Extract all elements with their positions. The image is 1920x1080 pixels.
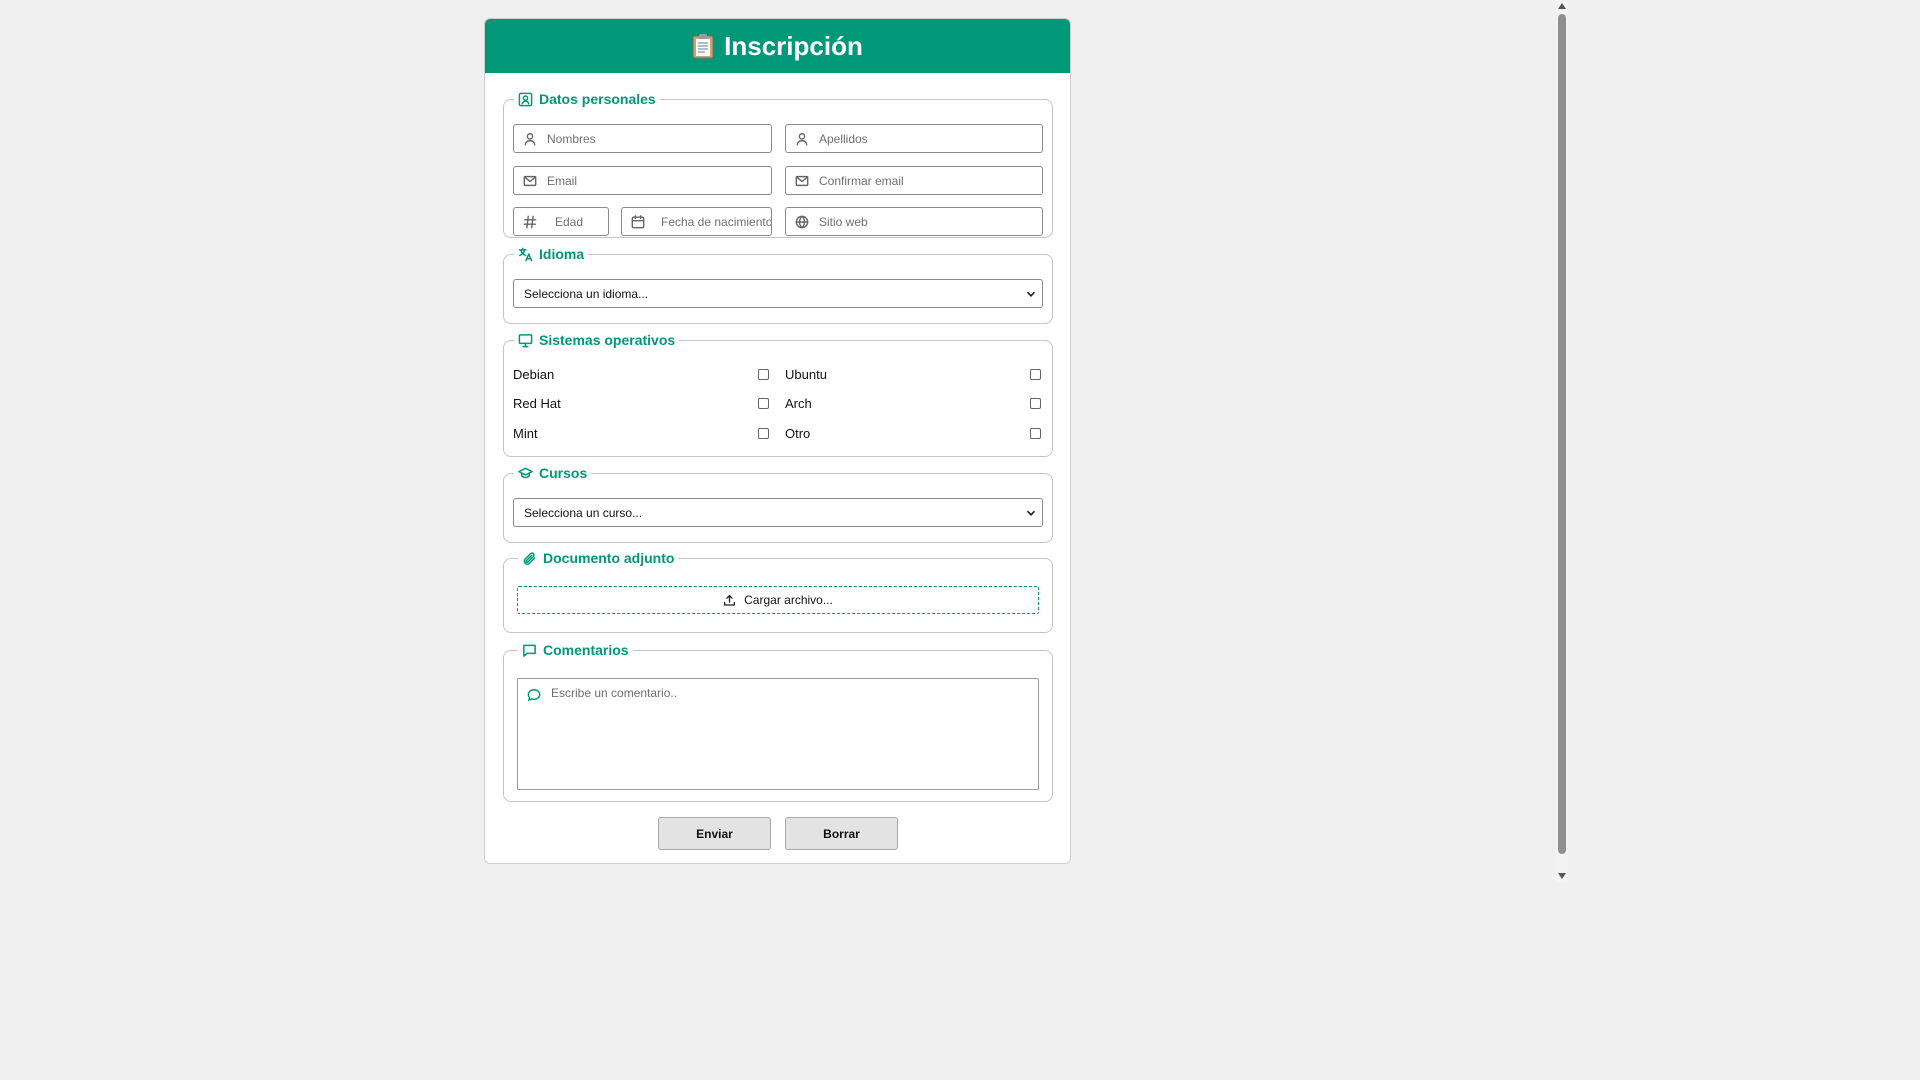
form-header: Inscripción xyxy=(485,19,1070,73)
calendar-icon xyxy=(631,214,645,228)
chat-square-icon xyxy=(523,644,536,657)
submit-button[interactable]: Enviar xyxy=(658,817,771,850)
upload-icon xyxy=(724,594,736,606)
os-label-debian: Debian xyxy=(513,367,555,382)
fecha-field[interactable] xyxy=(621,207,772,236)
cursos-legend: Cursos xyxy=(514,465,591,481)
page-scrollbar[interactable] xyxy=(1556,0,1568,882)
confirm-email-field[interactable] xyxy=(785,166,1043,195)
clipboard-icon xyxy=(692,33,714,59)
personal-data-fieldset: Datos personales xyxy=(503,91,1053,238)
os-label-otro: Otro xyxy=(785,426,811,441)
sistemas-fieldset: Sistemas operativos Debian Ubuntu Red Ha… xyxy=(503,332,1053,457)
monitor-icon xyxy=(518,333,533,347)
cursos-select[interactable]: Selecciona un curso... xyxy=(513,498,1043,527)
sistemas-legend: Sistemas operativos xyxy=(514,332,679,348)
scrollbar-thumb[interactable] xyxy=(1558,14,1566,854)
os-label-arch: Arch xyxy=(785,396,812,411)
os-label-redhat: Red Hat xyxy=(513,396,561,411)
os-checkbox-ubuntu[interactable] xyxy=(1030,369,1041,380)
email-field[interactable] xyxy=(513,166,772,195)
hash-icon xyxy=(523,215,537,228)
scroll-down-arrow-icon[interactable] xyxy=(1558,873,1566,879)
idioma-fieldset: Idioma Selecciona un idioma... xyxy=(503,246,1053,324)
form-title: Inscripción xyxy=(724,30,863,61)
os-checkbox-arch[interactable] xyxy=(1030,398,1041,409)
os-label-ubuntu: Ubuntu xyxy=(785,367,827,382)
documento-fieldset: Documento adjunto Cargar archivo... xyxy=(503,550,1053,633)
id-card-icon xyxy=(518,92,533,106)
apellidos-input[interactable] xyxy=(819,131,1042,146)
mail-icon xyxy=(523,175,537,186)
chat-bubble-icon xyxy=(527,689,541,701)
nombres-input[interactable] xyxy=(547,131,771,146)
registration-form-card: Inscripción Datos personales Nombres Ape… xyxy=(484,18,1071,864)
reset-button[interactable]: Borrar xyxy=(785,817,898,850)
chevron-down-icon xyxy=(1026,291,1036,297)
fecha-input[interactable] xyxy=(661,214,771,229)
translate-icon xyxy=(518,247,533,261)
documento-legend: Documento adjunto xyxy=(518,550,678,566)
globe-icon xyxy=(795,215,809,228)
edad-input[interactable] xyxy=(555,214,608,229)
comentario-textarea[interactable]: Escribe un comentario.. xyxy=(517,678,1039,790)
user-icon xyxy=(524,132,536,145)
idioma-selected-value: Selecciona un idioma... xyxy=(524,286,649,301)
graduation-cap-icon xyxy=(518,467,533,478)
sitio-web-field[interactable] xyxy=(785,207,1043,236)
personal-data-legend: Datos personales xyxy=(514,91,660,107)
nombres-field[interactable] xyxy=(513,124,772,153)
idioma-select[interactable]: Selecciona un idioma... xyxy=(513,279,1043,308)
cursos-fieldset: Cursos Selecciona un curso... xyxy=(503,465,1053,543)
comentarios-fieldset: Comentarios Escribe un comentario.. xyxy=(503,642,1053,802)
user-icon xyxy=(796,132,808,145)
mail-icon xyxy=(795,175,809,186)
scroll-up-arrow-icon[interactable] xyxy=(1558,3,1566,9)
confirm-email-input[interactable] xyxy=(819,173,1042,188)
chevron-down-icon xyxy=(1026,510,1036,516)
apellidos-field[interactable] xyxy=(785,124,1043,153)
comentarios-legend: Comentarios xyxy=(518,642,633,658)
edad-field[interactable] xyxy=(513,207,609,236)
sitio-web-input[interactable] xyxy=(819,214,1042,229)
os-checkbox-redhat[interactable] xyxy=(758,398,769,409)
os-checkbox-otro[interactable] xyxy=(1030,428,1041,439)
idioma-legend: Idioma xyxy=(514,246,588,262)
os-checkbox-mint[interactable] xyxy=(758,428,769,439)
os-label-mint: Mint xyxy=(513,426,538,441)
paperclip-icon xyxy=(523,551,536,565)
cursos-selected-value: Selecciona un curso... xyxy=(524,505,643,520)
email-input[interactable] xyxy=(547,173,771,188)
upload-file-button[interactable]: Cargar archivo... xyxy=(517,586,1039,614)
os-checkbox-debian[interactable] xyxy=(758,369,769,380)
